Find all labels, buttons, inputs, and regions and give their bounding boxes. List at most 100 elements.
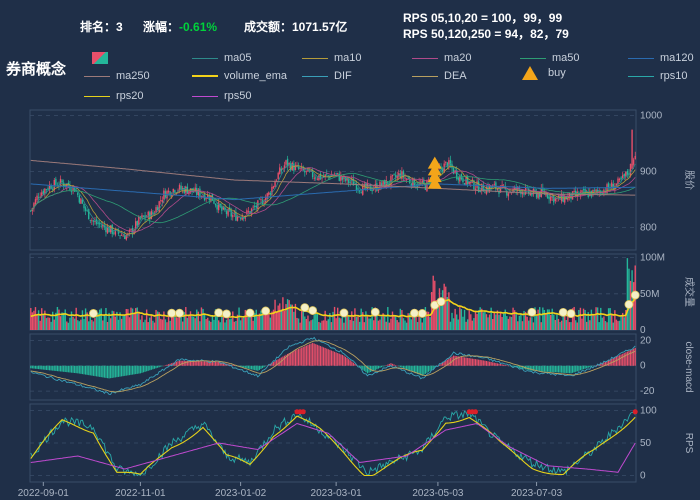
volume-bar	[623, 317, 625, 330]
macd-bar	[512, 365, 514, 367]
volume-bar	[549, 314, 552, 330]
volume-bar	[466, 319, 469, 330]
macd-bar	[432, 365, 434, 369]
volume-bar	[385, 321, 387, 330]
macd-bar	[382, 365, 384, 367]
volume-bar	[501, 317, 503, 330]
candle-body	[235, 212, 237, 221]
macd-bar	[89, 365, 91, 376]
volume-bar	[565, 320, 568, 330]
volume-bar	[72, 316, 74, 330]
volume-bar	[349, 320, 351, 330]
volume-bar	[319, 322, 322, 330]
macd-bar	[507, 365, 509, 367]
volume-bar	[488, 314, 491, 330]
volume-bar	[84, 308, 87, 330]
candle-body	[274, 181, 276, 188]
volume-bar	[280, 309, 283, 330]
macd-bar	[618, 355, 621, 366]
macd-bar	[282, 356, 284, 366]
macd-bar	[492, 362, 494, 366]
candle-body	[629, 163, 632, 176]
volume-bar	[122, 315, 124, 330]
volume-bar	[387, 307, 389, 330]
volume-bar	[34, 307, 37, 330]
macd-bar	[34, 365, 37, 369]
volume-bar	[94, 318, 96, 330]
macd-bar	[185, 360, 187, 366]
macd-bar	[133, 365, 135, 375]
macd-bar	[63, 365, 65, 372]
candle-body	[252, 206, 254, 208]
macd-bar	[139, 365, 141, 374]
macd-bar	[424, 365, 426, 374]
macd-bar	[243, 365, 245, 368]
volume-bar	[492, 318, 494, 330]
volume-tick-label: 50M	[640, 289, 659, 300]
candle-body	[573, 191, 575, 192]
macd-bar	[327, 349, 329, 366]
volume-bar	[252, 320, 254, 330]
volume-bar	[344, 315, 347, 330]
candle-body	[260, 199, 262, 200]
macd-bar	[50, 365, 52, 371]
volume-bar	[100, 308, 102, 330]
candle-body	[263, 202, 265, 204]
macd-bar	[352, 362, 354, 366]
candle-body	[61, 180, 63, 183]
volume-bar	[277, 305, 279, 330]
macd-bar	[200, 361, 203, 366]
volume-bar	[128, 317, 131, 330]
volume-bar	[460, 309, 463, 330]
candle-body	[548, 196, 550, 200]
macd-bar	[344, 356, 347, 366]
volume-bar	[230, 318, 232, 330]
candle-body	[45, 189, 48, 191]
macd-bar	[431, 365, 433, 370]
macd-bar	[41, 365, 43, 370]
volume-signal-marker	[417, 309, 427, 318]
volume-bar	[124, 314, 126, 330]
macd-bar	[152, 365, 154, 370]
volume-bar	[366, 316, 369, 330]
volume-bar	[293, 311, 295, 330]
macd-bar	[158, 365, 160, 368]
volume-bar	[595, 307, 597, 330]
macd-bar	[562, 365, 564, 373]
volume-bar	[600, 307, 602, 330]
volume-bar	[617, 321, 619, 330]
volume-bar	[554, 319, 557, 330]
volume-bar	[257, 316, 259, 330]
volume-bar	[160, 318, 162, 330]
macd-bar	[150, 365, 152, 370]
volume-bar	[532, 322, 535, 330]
volume-bar	[147, 322, 149, 330]
macd-bar	[283, 355, 286, 366]
volume-signal-marker	[370, 307, 380, 317]
volume-bar	[186, 317, 189, 330]
volume-bar	[153, 322, 156, 330]
macd-bar	[136, 365, 138, 374]
candle-body	[371, 189, 373, 192]
candle-body	[89, 219, 91, 221]
volume-bar	[614, 310, 616, 330]
macd-bar	[498, 363, 500, 366]
macd-bar	[110, 365, 112, 379]
rps50-line	[30, 422, 636, 473]
volume-bar	[326, 320, 328, 330]
macd-bar	[628, 350, 630, 366]
candle-body	[546, 194, 549, 198]
macd-bar	[467, 357, 469, 366]
macd-bar	[407, 365, 409, 371]
macd-bar	[496, 363, 499, 366]
volume-bar	[487, 317, 489, 330]
macd-bar	[66, 365, 68, 373]
volume-bar	[311, 319, 314, 330]
volume-bar	[169, 320, 171, 330]
volume-bar	[402, 318, 405, 330]
volume-bar	[369, 318, 372, 330]
volume-bar	[156, 311, 159, 330]
macd-bar	[409, 365, 411, 371]
volume-bar	[175, 317, 178, 330]
macd-bar	[592, 365, 594, 367]
